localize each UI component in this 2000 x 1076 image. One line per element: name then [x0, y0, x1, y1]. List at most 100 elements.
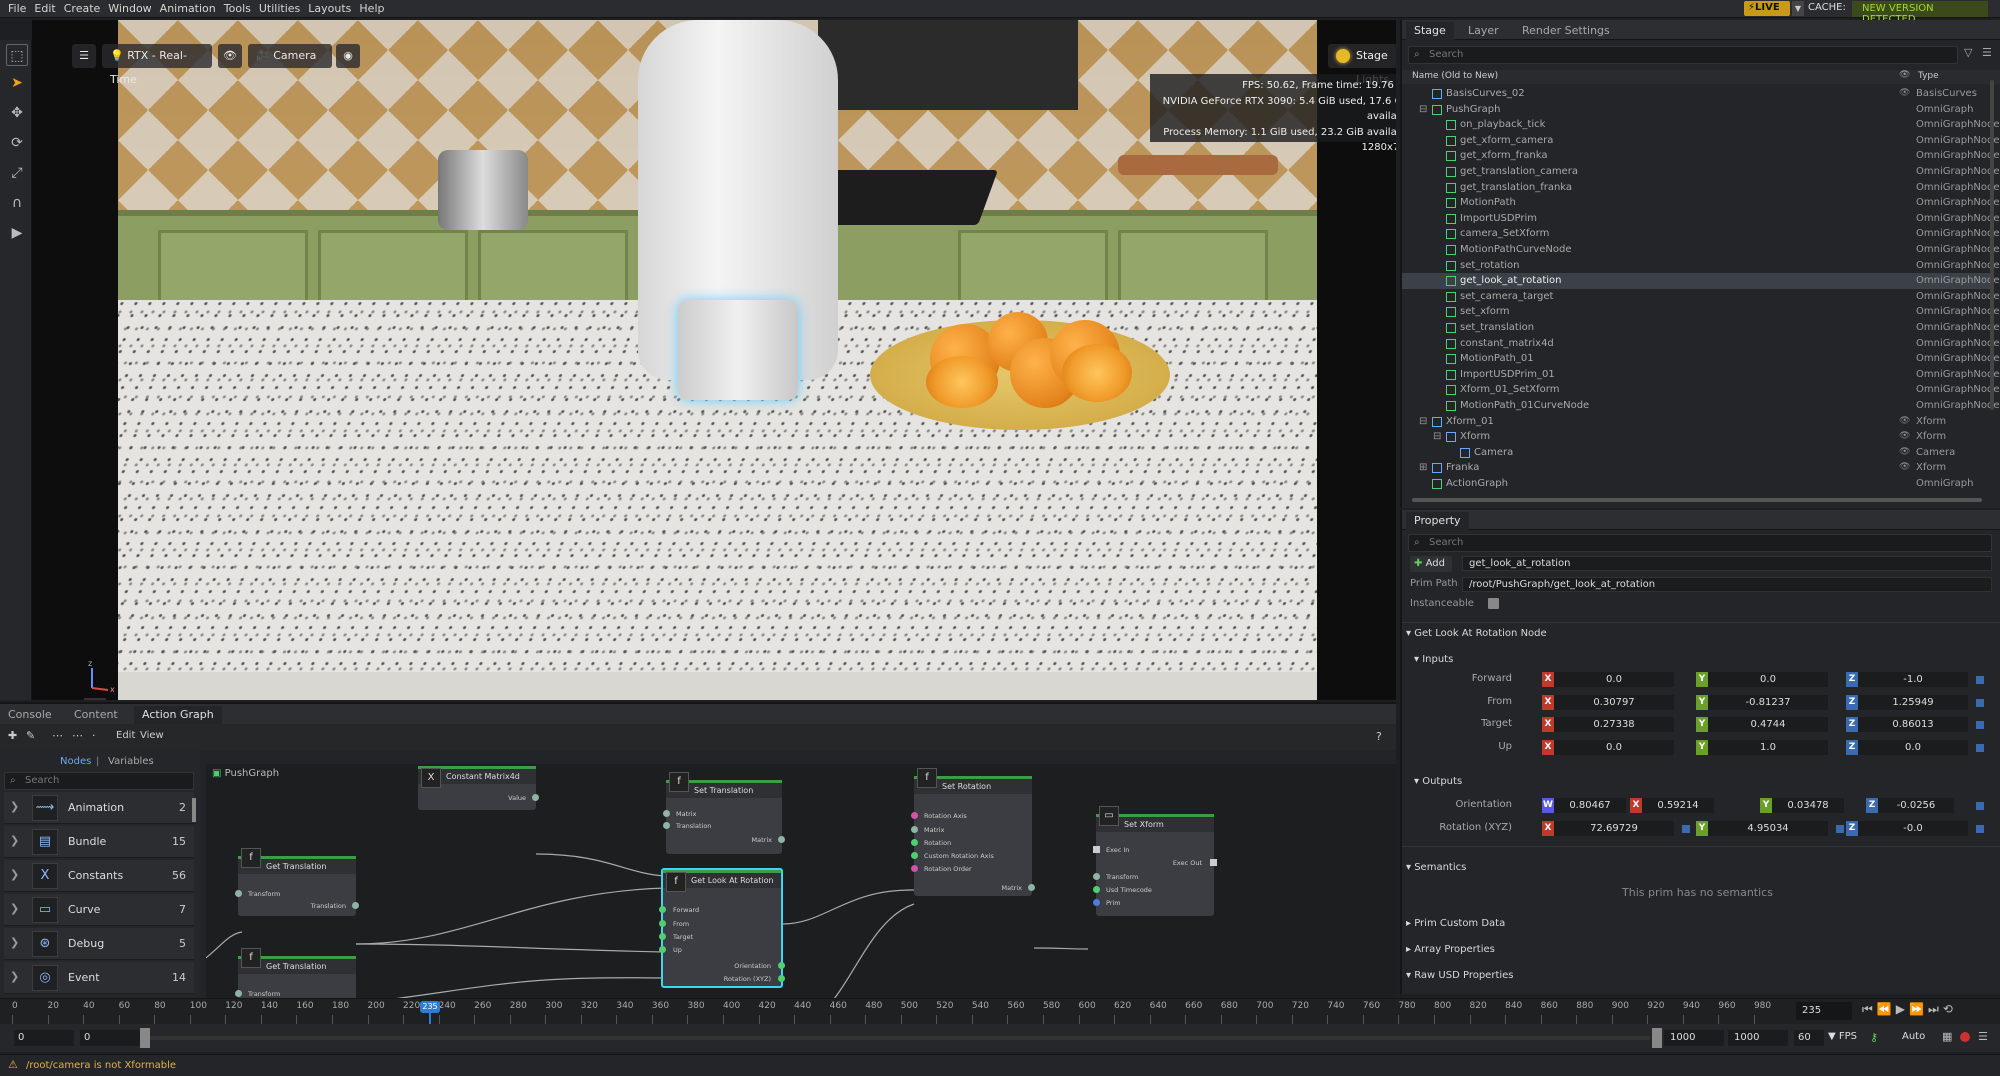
- menu-create[interactable]: Create: [60, 0, 105, 15]
- input-port[interactable]: [1093, 873, 1100, 880]
- input-port[interactable]: [1093, 846, 1100, 853]
- viewport[interactable]: ☰ 💡 RTX - Real-Time 👁 🎥 Camera ◉ Stage L…: [32, 20, 1396, 700]
- stage-tree-row[interactable]: MotionPathCurveNode OmniGraphNode: [1402, 242, 2000, 258]
- inputs-header[interactable]: ▾ Inputs: [1414, 654, 1453, 665]
- select-mode-icon[interactable]: ⬚: [6, 44, 28, 66]
- input-z-field[interactable]: -1.0: [1858, 672, 1968, 687]
- stage-tree-row[interactable]: ⊞ Franka 👁 Xform: [1402, 460, 1992, 476]
- stage-lights-button[interactable]: Stage Lights: [1328, 44, 1396, 86]
- tab-stage[interactable]: Stage: [1406, 22, 1454, 40]
- input-port[interactable]: [659, 906, 666, 913]
- orientation-z-field[interactable]: -0.0256: [1878, 798, 1954, 813]
- input-default-indicator[interactable]: [1976, 743, 1984, 752]
- input-port[interactable]: [663, 810, 670, 817]
- input-default-indicator[interactable]: [1976, 676, 1984, 684]
- stage-tree-row[interactable]: Xform_01_SetXform OmniGraphNode: [1402, 382, 2000, 398]
- status-message[interactable]: /root/camera is not Xformable: [26, 1060, 176, 1071]
- node-get-translation-2[interactable]: Get Translation f Transform: [235, 948, 356, 1000]
- options-icon[interactable]: ☰: [1982, 46, 1992, 59]
- tab-layer[interactable]: Layer: [1460, 22, 1507, 40]
- tab-action-graph[interactable]: Action Graph: [134, 706, 222, 724]
- select-arrow-icon[interactable]: ➤: [6, 72, 28, 94]
- node-category[interactable]: ❯ ▭ Curve 7: [4, 894, 194, 926]
- node-category[interactable]: ❯ ⊛ Debug 5: [4, 928, 194, 960]
- node-category[interactable]: ❯ ◎ Event 14: [4, 962, 194, 994]
- new-version-notice[interactable]: NEW VERSION DETECTED: [1852, 1, 1988, 25]
- units-badge[interactable]: m: [84, 698, 106, 700]
- loop-icon[interactable]: ⟲: [1943, 1002, 1957, 1016]
- stage-tree-row[interactable]: ⊟ Xform 👁 Xform: [1402, 429, 1992, 445]
- stage-tree-row[interactable]: get_translation_camera OmniGraphNode: [1402, 164, 2000, 180]
- node-set-xform[interactable]: Set Xform ▭ Exec In Exec Out Transform U…: [1093, 806, 1217, 916]
- input-port[interactable]: [911, 865, 918, 872]
- dot-icon[interactable]: ·: [92, 729, 96, 742]
- stage-tree-row[interactable]: camera_SetXform OmniGraphNode: [1402, 226, 2000, 242]
- semantics-header[interactable]: ▾ Semantics: [1406, 862, 1466, 873]
- visibility-eye-icon[interactable]: 👁: [1899, 445, 1910, 461]
- stage-tree-row[interactable]: Camera 👁 Camera: [1402, 445, 1992, 461]
- more-icon[interactable]: ⋯: [52, 729, 63, 742]
- property-search-input[interactable]: ⌕ Search: [1408, 534, 1992, 552]
- node-constant-matrix4d[interactable]: Constant Matrix4d X Value: [418, 766, 539, 810]
- play-icon[interactable]: ▶: [6, 222, 28, 244]
- live-button[interactable]: ⚡LIVE: [1744, 1, 1790, 16]
- node-category[interactable]: ❯ X Constants 56: [4, 860, 194, 892]
- tab-render-settings[interactable]: Render Settings: [1514, 22, 1618, 40]
- menu-animation[interactable]: Animation: [156, 0, 220, 15]
- keyframe-icon[interactable]: ▦: [1942, 1030, 1952, 1043]
- add-button[interactable]: ✚ Add: [1410, 556, 1452, 572]
- stage-tree-row[interactable]: on_playback_tick OmniGraphNode: [1402, 117, 2000, 133]
- input-default-indicator[interactable]: [1976, 698, 1984, 707]
- tab-console[interactable]: Console: [0, 706, 60, 724]
- record-icon[interactable]: [1960, 1032, 1970, 1042]
- output-port[interactable]: [352, 902, 359, 909]
- stage-tree-row[interactable]: set_translation OmniGraphNode: [1402, 320, 2000, 336]
- menu-help[interactable]: Help: [355, 0, 388, 15]
- expand-toggle-icon[interactable]: ⊟: [1419, 102, 1427, 118]
- outputs-header[interactable]: ▾ Outputs: [1414, 776, 1462, 787]
- output-port[interactable]: [778, 836, 785, 843]
- prim-path-field[interactable]: /root/PushGraph/get_look_at_rotation: [1462, 577, 1992, 592]
- input-y-field[interactable]: 1.0: [1708, 739, 1828, 755]
- prim-name-field[interactable]: get_look_at_rotation: [1462, 556, 1992, 571]
- input-port[interactable]: [911, 839, 918, 846]
- orientation-x-field[interactable]: 0.59214: [1642, 798, 1714, 813]
- tab-variables[interactable]: Variables: [108, 756, 154, 767]
- live-dropdown-icon[interactable]: ▼: [1792, 1, 1804, 16]
- output-port[interactable]: [532, 794, 539, 801]
- stage-tree-row[interactable]: ActionGraph OmniGraph: [1402, 476, 1992, 492]
- input-z-field[interactable]: 0.0: [1858, 739, 1968, 755]
- help-icon[interactable]: ?: [1376, 730, 1382, 743]
- range-end-field[interactable]: 1000: [1664, 1030, 1724, 1046]
- input-x-field[interactable]: 0.27338: [1554, 717, 1674, 732]
- key-icon[interactable]: ⚷: [1870, 1031, 1878, 1044]
- new-graph-icon[interactable]: ✚: [8, 729, 17, 742]
- stage-tree-row[interactable]: get_xform_franka OmniGraphNode: [1402, 148, 2000, 164]
- input-port[interactable]: [235, 890, 242, 897]
- input-port[interactable]: [659, 920, 666, 927]
- input-y-field[interactable]: 0.0: [1708, 672, 1828, 687]
- stage-tree-row[interactable]: get_look_at_rotation OmniGraphNode: [1402, 273, 2000, 289]
- stage-tree-row[interactable]: ⊟ Xform_01 👁 Xform: [1402, 414, 1992, 430]
- input-port[interactable]: [1093, 899, 1100, 906]
- input-port[interactable]: [911, 852, 918, 859]
- input-y-field[interactable]: -0.81237: [1708, 694, 1828, 710]
- node-section-header[interactable]: ▾ Get Look At Rotation Node: [1406, 628, 1547, 639]
- current-frame-field[interactable]: 235: [1796, 1002, 1852, 1020]
- camera-button[interactable]: 🎥 Camera: [248, 44, 332, 68]
- fps-dropdown[interactable]: ▼ FPS: [1828, 1031, 1857, 1042]
- range-slider[interactable]: [150, 1036, 1650, 1040]
- fps-field[interactable]: 60: [1794, 1030, 1824, 1046]
- custom-data-header[interactable]: ▸ Prim Custom Data: [1406, 918, 1505, 929]
- node-get-look-at-rotation[interactable]: Get Look At Rotation f Forward From Targ…: [659, 868, 785, 988]
- stage-tree-row[interactable]: ImportUSDPrim OmniGraphNode: [1402, 211, 2000, 227]
- library-scrollbar[interactable]: [192, 798, 196, 822]
- raw-usd-header[interactable]: ▾ Raw USD Properties: [1406, 970, 1514, 981]
- visibility-eye-icon[interactable]: 👁: [1899, 86, 1910, 102]
- expand-toggle-icon[interactable]: ⊟: [1433, 429, 1441, 445]
- rotation-x-field[interactable]: 72.69729: [1554, 821, 1674, 836]
- input-z-field[interactable]: 0.86013: [1858, 717, 1968, 732]
- output-port[interactable]: [778, 962, 785, 969]
- range-start-handle[interactable]: [140, 1028, 150, 1048]
- input-port[interactable]: [659, 933, 666, 940]
